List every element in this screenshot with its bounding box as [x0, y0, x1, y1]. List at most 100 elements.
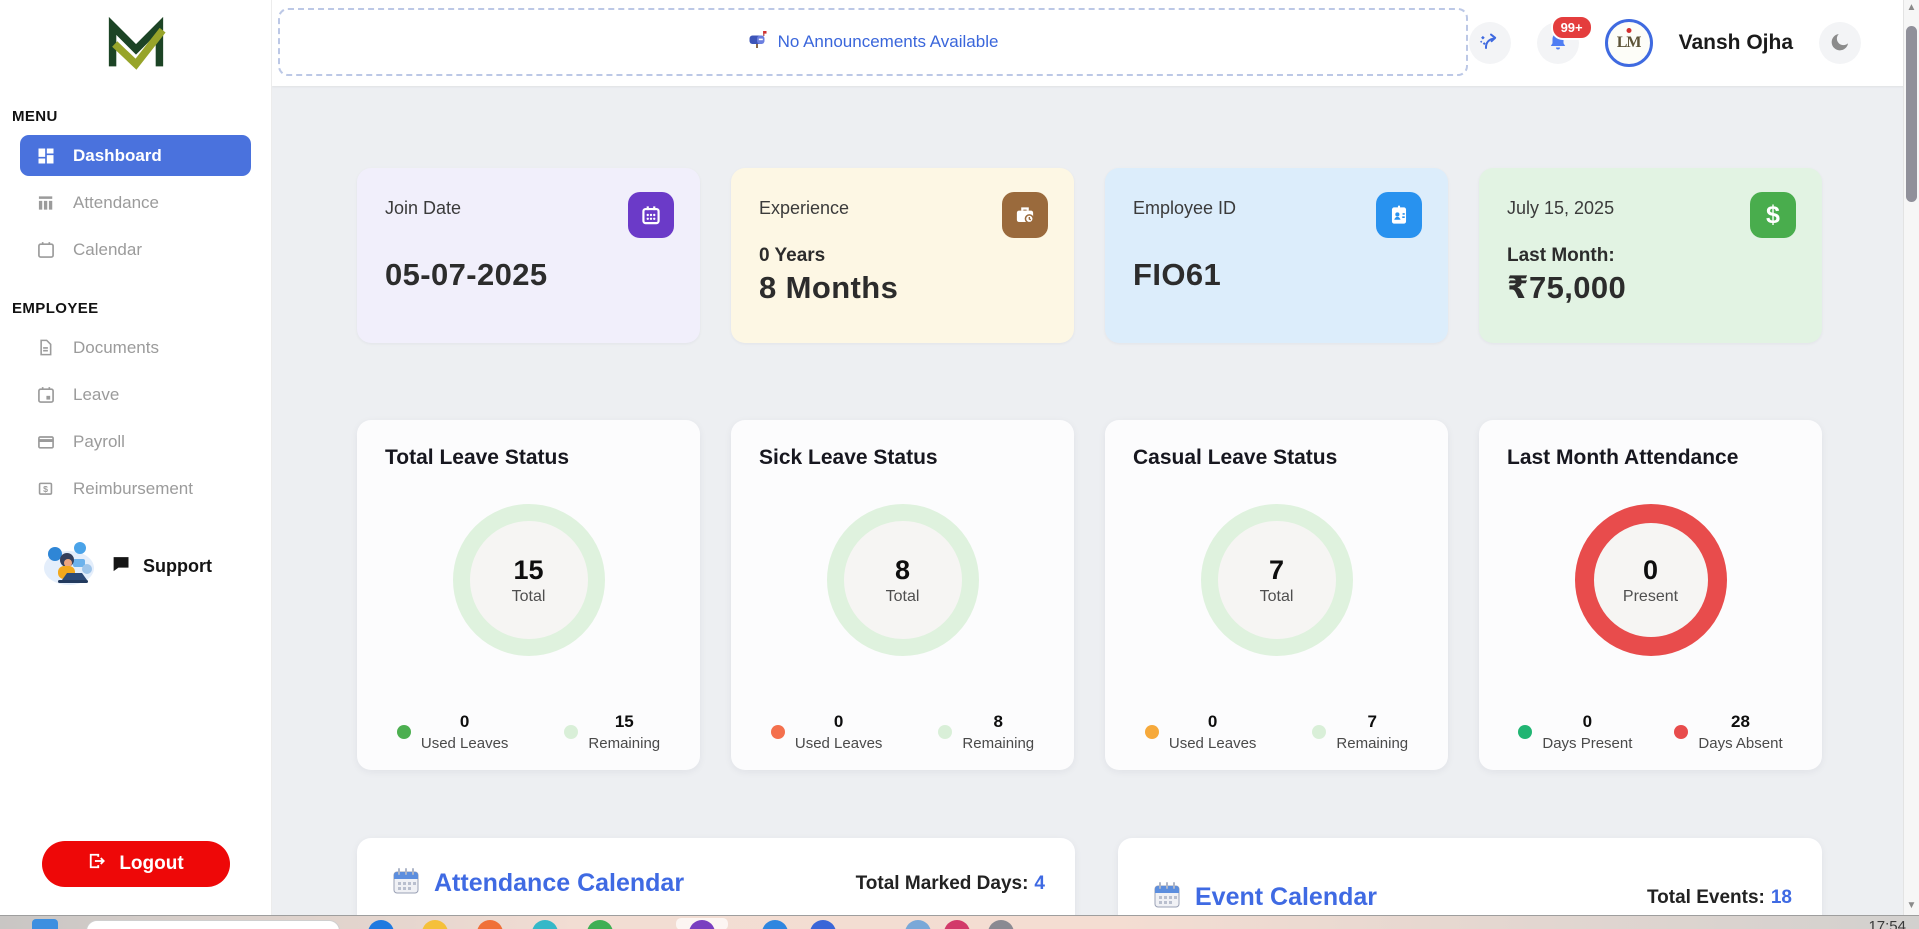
notification-badge: 99+	[1551, 15, 1593, 40]
calendar-icon	[35, 239, 56, 260]
casual-leave-card: Casual Leave Status 7 Total 0Used Leaves…	[1105, 420, 1448, 770]
scrollbar-down-arrow[interactable]: ▼	[1904, 900, 1919, 912]
dock-icon[interactable]	[422, 920, 448, 929]
total-leave-card: Total Leave Status 15 Total 0Used Leaves…	[357, 420, 700, 770]
scrollbar-up-arrow[interactable]: ▲	[1904, 2, 1919, 14]
card-meta: Total Marked Days:4	[856, 873, 1045, 895]
legend-label: Days Absent	[1698, 735, 1782, 752]
menu-section-label: MENU	[12, 108, 259, 125]
legend-item: 8 Remaining	[938, 712, 1034, 752]
support-illustration	[42, 539, 100, 594]
sparkle-arrow-icon	[1478, 30, 1502, 57]
quick-action-button[interactable]	[1469, 22, 1511, 64]
main-area: No Announcements Available	[272, 0, 1919, 915]
sidebar-item-support[interactable]: Support	[42, 539, 255, 594]
announcement-text: No Announcements Available	[778, 32, 999, 52]
sidebar-item-dashboard[interactable]: Dashboard	[20, 135, 251, 176]
legend-value: 8	[962, 712, 1034, 732]
chart-card-title: Last Month Attendance	[1501, 446, 1738, 470]
employee-id-card: Employee ID FIO61	[1105, 168, 1448, 343]
dark-mode-toggle[interactable]	[1819, 22, 1861, 64]
sidebar-item-calendar[interactable]: Calendar	[20, 229, 251, 270]
legend-dot	[397, 725, 411, 739]
start-button[interactable]	[32, 919, 58, 929]
dollar-icon: $	[1750, 192, 1796, 238]
donut-value: 8	[895, 555, 910, 586]
legend-value: 7	[1336, 712, 1408, 732]
stat-card-subvalue: 0 Years	[759, 245, 1046, 267]
attendance-columns-icon	[35, 192, 56, 213]
donut-chart: 8 Total	[827, 504, 979, 656]
sidebar-item-leave[interactable]: Leave	[20, 374, 251, 415]
legend-label: Remaining	[1336, 735, 1408, 752]
reimbursement-dollar-icon: $	[35, 478, 56, 499]
card-meta-label: Total Events:	[1647, 887, 1765, 908]
last-month-attendance-card: Last Month Attendance 0 Present 0Days Pr…	[1479, 420, 1822, 770]
legend-label: Remaining	[588, 735, 660, 752]
legend-item: 0Used Leaves	[771, 712, 883, 752]
legend-label: Remaining	[962, 735, 1034, 752]
chart-card-title: Casual Leave Status	[1127, 446, 1337, 470]
legend-dot	[564, 725, 578, 739]
app-logo[interactable]	[97, 14, 175, 78]
calendar-emoji-icon	[391, 866, 421, 901]
stat-card-subvalue: Last Month:	[1507, 245, 1794, 267]
legend-value: 15	[588, 712, 660, 732]
svg-text:$: $	[43, 484, 48, 494]
sidebar-item-attendance[interactable]: Attendance	[20, 182, 251, 223]
dock-icon[interactable]	[810, 920, 836, 929]
user-avatar[interactable]: LM	[1605, 19, 1653, 67]
dock-icon[interactable]	[368, 920, 394, 929]
dock-icon[interactable]	[532, 920, 558, 929]
taskbar-search[interactable]	[86, 920, 340, 929]
logout-label: Logout	[119, 853, 183, 875]
avatar-monogram: LM	[1617, 34, 1641, 52]
donut-label: Total	[886, 588, 920, 606]
sidebar: MENU Dashboard Attendance Calendar EMPLO…	[0, 0, 272, 915]
scrollbar[interactable]: ▲ ▼	[1903, 0, 1919, 915]
legend-item: 15 Remaining	[564, 712, 660, 752]
donut-chart: 0 Present	[1575, 504, 1727, 656]
sidebar-item-documents[interactable]: Documents	[20, 327, 251, 368]
sidebar-item-reimbursement[interactable]: $ Reimbursement	[20, 468, 251, 509]
legend-dot	[1312, 725, 1326, 739]
stat-card-row: Join Date 05-07-2025 Experience	[357, 168, 1822, 343]
dock-icon[interactable]	[762, 920, 788, 929]
dollar-glyph: $	[1766, 201, 1780, 230]
mailbox-icon	[748, 30, 768, 55]
sidebar-item-label: Payroll	[73, 432, 125, 452]
legend-item: 0Used Leaves	[1145, 712, 1257, 752]
dashboard-icon	[35, 145, 56, 166]
donut-value: 15	[513, 555, 543, 586]
id-badge-icon	[1376, 192, 1422, 238]
calendar-emoji-icon	[1152, 880, 1182, 915]
sidebar-item-label: Documents	[73, 338, 159, 358]
app-window: MENU Dashboard Attendance Calendar EMPLO…	[0, 0, 1919, 915]
dock-icon[interactable]	[587, 920, 613, 929]
announcement-banner: No Announcements Available	[278, 8, 1468, 76]
legend-value: 0	[795, 712, 883, 732]
employee-section-label: EMPLOYEE	[12, 300, 259, 317]
sidebar-item-label: Attendance	[73, 193, 159, 213]
notifications-button[interactable]: 99+	[1537, 22, 1579, 64]
dock-icon[interactable]	[477, 920, 503, 929]
legend-label: Used Leaves	[1169, 735, 1257, 752]
legend-dot	[1518, 725, 1532, 739]
dock-icon[interactable]	[944, 920, 970, 929]
dock-icon[interactable]	[905, 920, 931, 929]
legend-dot	[771, 725, 785, 739]
logout-icon	[87, 851, 107, 877]
experience-card: Experience 0 Years 8 Months	[731, 168, 1074, 343]
legend-dot	[1145, 725, 1159, 739]
donut-chart: 7 Total	[1201, 504, 1353, 656]
payroll-card-icon	[35, 431, 56, 452]
logout-button[interactable]: Logout	[42, 841, 230, 887]
chart-legend: 0Used Leaves 15Remaining	[397, 712, 660, 752]
scrollbar-thumb[interactable]	[1906, 26, 1917, 202]
dock-icon[interactable]	[988, 920, 1014, 929]
chart-legend: 0Days Present 28Days Absent	[1518, 712, 1782, 752]
chart-legend: 0Used Leaves 8 Remaining	[771, 712, 1034, 752]
legend-label: Used Leaves	[421, 735, 509, 752]
donut-value: 7	[1269, 555, 1284, 586]
sidebar-item-payroll[interactable]: Payroll	[20, 421, 251, 462]
